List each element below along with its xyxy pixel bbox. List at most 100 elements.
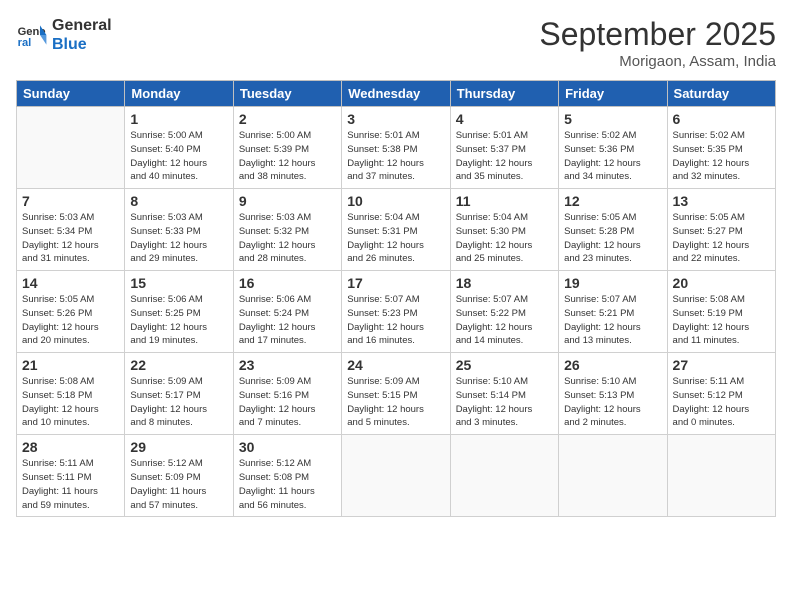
calendar-cell: 14Sunrise: 5:05 AM Sunset: 5:26 PM Dayli… [17, 271, 125, 353]
day-header-monday: Monday [125, 81, 233, 107]
day-info: Sunrise: 5:02 AM Sunset: 5:35 PM Dayligh… [673, 129, 770, 184]
day-info: Sunrise: 5:05 AM Sunset: 5:27 PM Dayligh… [673, 211, 770, 266]
day-header-tuesday: Tuesday [233, 81, 341, 107]
calendar-cell: 6 Sunrise: 5:02 AM Sunset: 5:35 PM Daylig… [667, 107, 775, 189]
day-info: Sunrise: 5:00 AM Sunset: 5:40 PM Dayligh… [130, 129, 227, 184]
day-info: Sunrise: 5:06 AM Sunset: 5:25 PM Dayligh… [130, 293, 227, 348]
day-number: 17 [347, 275, 444, 291]
day-header-thursday: Thursday [450, 81, 558, 107]
day-info: Sunrise: 5:02 AM Sunset: 5:36 PM Dayligh… [564, 129, 661, 184]
day-number: 5 [564, 111, 661, 127]
day-info: Sunrise: 5:03 AM Sunset: 5:33 PM Dayligh… [130, 211, 227, 266]
day-info: Sunrise: 5:10 AM Sunset: 5:13 PM Dayligh… [564, 375, 661, 430]
calendar-cell: 8 Sunrise: 5:03 AM Sunset: 5:33 PM Daylig… [125, 189, 233, 271]
day-number: 13 [673, 193, 770, 209]
day-number: 9 [239, 193, 336, 209]
day-header-friday: Friday [559, 81, 667, 107]
logo-icon: Gene ral [16, 19, 48, 51]
day-info: Sunrise: 5:10 AM Sunset: 5:14 PM Dayligh… [456, 375, 553, 430]
day-number: 18 [456, 275, 553, 291]
day-header-sunday: Sunday [17, 81, 125, 107]
svg-text:ral: ral [18, 37, 32, 49]
calendar-cell: 20 Sunrise: 5:08 AM Sunset: 5:19 PM Dayli… [667, 271, 775, 353]
day-number: 4 [456, 111, 553, 127]
day-info: Sunrise: 5:08 AM Sunset: 5:18 PM Dayligh… [22, 375, 119, 430]
day-number: 22 [130, 357, 227, 373]
day-info: Sunrise: 5:12 AM Sunset: 5:08 PM Dayligh… [239, 457, 336, 512]
calendar-cell [17, 107, 125, 189]
day-number: 2 [239, 111, 336, 127]
day-number: 19 [564, 275, 661, 291]
day-info: Sunrise: 5:03 AM Sunset: 5:34 PM Dayligh… [22, 211, 119, 266]
day-number: 7 [22, 193, 119, 209]
calendar-cell: 11Sunrise: 5:04 AM Sunset: 5:30 PM Dayli… [450, 189, 558, 271]
calendar-cell: 1Sunrise: 5:00 AM Sunset: 5:40 PM Daylig… [125, 107, 233, 189]
day-number: 3 [347, 111, 444, 127]
calendar-cell: 30Sunrise: 5:12 AM Sunset: 5:08 PM Dayli… [233, 435, 341, 517]
calendar-cell: 4 Sunrise: 5:01 AM Sunset: 5:37 PM Daylig… [450, 107, 558, 189]
day-info: Sunrise: 5:07 AM Sunset: 5:22 PM Dayligh… [456, 293, 553, 348]
logo-text-line2: Blue [52, 35, 112, 54]
calendar-cell: 24Sunrise: 5:09 AM Sunset: 5:15 PM Dayli… [342, 353, 450, 435]
calendar-week-4: 21 Sunrise: 5:08 AM Sunset: 5:18 PM Dayli… [17, 353, 776, 435]
logo-text-line1: General [52, 16, 112, 35]
calendar-cell [342, 435, 450, 517]
day-number: 20 [673, 275, 770, 291]
calendar-week-1: 1Sunrise: 5:00 AM Sunset: 5:40 PM Daylig… [17, 107, 776, 189]
calendar-table: SundayMondayTuesdayWednesdayThursdayFrid… [16, 80, 776, 517]
day-number: 21 [22, 357, 119, 373]
day-number: 24 [347, 357, 444, 373]
calendar-cell: 29Sunrise: 5:12 AM Sunset: 5:09 PM Dayli… [125, 435, 233, 517]
calendar-cell: 18 Sunrise: 5:07 AM Sunset: 5:22 PM Dayli… [450, 271, 558, 353]
day-info: Sunrise: 5:04 AM Sunset: 5:31 PM Dayligh… [347, 211, 444, 266]
day-number: 29 [130, 439, 227, 455]
calendar-cell: 15 Sunrise: 5:06 AM Sunset: 5:25 PM Dayli… [125, 271, 233, 353]
page-header: Gene ral General Blue September 2025 Mor… [16, 16, 776, 70]
day-number: 15 [130, 275, 227, 291]
day-header-wednesday: Wednesday [342, 81, 450, 107]
day-info: Sunrise: 5:03 AM Sunset: 5:32 PM Dayligh… [239, 211, 336, 266]
calendar-cell: 10 Sunrise: 5:04 AM Sunset: 5:31 PM Dayli… [342, 189, 450, 271]
day-info: Sunrise: 5:09 AM Sunset: 5:17 PM Dayligh… [130, 375, 227, 430]
day-info: Sunrise: 5:09 AM Sunset: 5:16 PM Dayligh… [239, 375, 336, 430]
day-number: 6 [673, 111, 770, 127]
calendar-cell: 28 Sunrise: 5:11 AM Sunset: 5:11 PM Dayli… [17, 435, 125, 517]
day-number: 12 [564, 193, 661, 209]
calendar-cell: 12 Sunrise: 5:05 AM Sunset: 5:28 PM Dayli… [559, 189, 667, 271]
day-number: 25 [456, 357, 553, 373]
day-info: Sunrise: 5:06 AM Sunset: 5:24 PM Dayligh… [239, 293, 336, 348]
calendar-cell: 16 Sunrise: 5:06 AM Sunset: 5:24 PM Dayli… [233, 271, 341, 353]
day-number: 8 [130, 193, 227, 209]
day-info: Sunrise: 5:05 AM Sunset: 5:28 PM Dayligh… [564, 211, 661, 266]
day-info: Sunrise: 5:07 AM Sunset: 5:23 PM Dayligh… [347, 293, 444, 348]
day-number: 10 [347, 193, 444, 209]
calendar-cell: 27Sunrise: 5:11 AM Sunset: 5:12 PM Dayli… [667, 353, 775, 435]
calendar-cell [450, 435, 558, 517]
calendar-cell: 26 Sunrise: 5:10 AM Sunset: 5:13 PM Dayli… [559, 353, 667, 435]
day-info: Sunrise: 5:01 AM Sunset: 5:37 PM Dayligh… [456, 129, 553, 184]
day-info: Sunrise: 5:11 AM Sunset: 5:12 PM Dayligh… [673, 375, 770, 430]
calendar-cell: 3 Sunrise: 5:01 AM Sunset: 5:38 PM Daylig… [342, 107, 450, 189]
calendar-cell: 17 Sunrise: 5:07 AM Sunset: 5:23 PM Dayli… [342, 271, 450, 353]
day-info: Sunrise: 5:11 AM Sunset: 5:11 PM Dayligh… [22, 457, 119, 512]
day-number: 14 [22, 275, 119, 291]
day-info: Sunrise: 5:00 AM Sunset: 5:39 PM Dayligh… [239, 129, 336, 184]
calendar-cell: 23Sunrise: 5:09 AM Sunset: 5:16 PM Dayli… [233, 353, 341, 435]
day-info: Sunrise: 5:01 AM Sunset: 5:38 PM Dayligh… [347, 129, 444, 184]
calendar-cell [667, 435, 775, 517]
day-number: 28 [22, 439, 119, 455]
calendar-cell: 25 Sunrise: 5:10 AM Sunset: 5:14 PM Dayli… [450, 353, 558, 435]
day-number: 26 [564, 357, 661, 373]
calendar-cell: 7 Sunrise: 5:03 AM Sunset: 5:34 PM Daylig… [17, 189, 125, 271]
day-info: Sunrise: 5:08 AM Sunset: 5:19 PM Dayligh… [673, 293, 770, 348]
day-number: 16 [239, 275, 336, 291]
calendar-cell: 5 Sunrise: 5:02 AM Sunset: 5:36 PM Daylig… [559, 107, 667, 189]
day-number: 11 [456, 193, 553, 209]
calendar-cell [559, 435, 667, 517]
logo: Gene ral General Blue [16, 16, 112, 54]
day-header-saturday: Saturday [667, 81, 775, 107]
day-info: Sunrise: 5:07 AM Sunset: 5:21 PM Dayligh… [564, 293, 661, 348]
calendar-cell: 22 Sunrise: 5:09 AM Sunset: 5:17 PM Dayli… [125, 353, 233, 435]
calendar-week-2: 7 Sunrise: 5:03 AM Sunset: 5:34 PM Daylig… [17, 189, 776, 271]
calendar-header-row: SundayMondayTuesdayWednesdayThursdayFrid… [17, 81, 776, 107]
